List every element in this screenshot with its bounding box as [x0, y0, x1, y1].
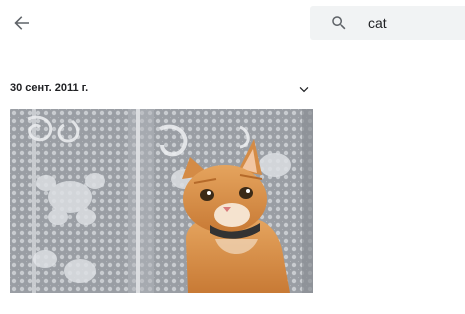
- photo-thumbnail[interactable]: [10, 109, 313, 293]
- search-bar[interactable]: [310, 6, 465, 40]
- chevron-down-icon[interactable]: [296, 81, 312, 97]
- date-section-header: 30 сент. 2011 г.: [10, 80, 312, 98]
- search-input[interactable]: [368, 6, 460, 40]
- back-button[interactable]: [6, 7, 38, 39]
- arrow-back-icon: [14, 16, 29, 30]
- date-label: 30 сент. 2011 г.: [10, 82, 89, 94]
- search-icon[interactable]: [330, 14, 348, 32]
- cat-photo: [10, 109, 313, 293]
